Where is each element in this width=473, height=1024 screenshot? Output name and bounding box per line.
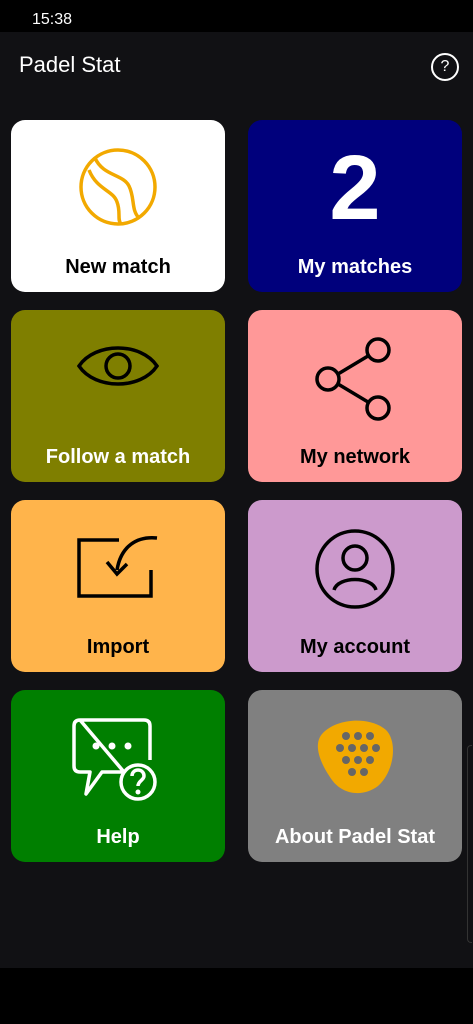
navigation-bar: [0, 968, 473, 1024]
import-tile[interactable]: Import: [11, 500, 225, 672]
tile-label: Follow a match: [45, 446, 191, 468]
account-icon: [248, 526, 462, 612]
tile-label: New match: [65, 256, 171, 278]
follow-match-tile[interactable]: Follow a match: [11, 310, 225, 482]
eye-icon: [11, 336, 225, 396]
match-count: 2: [329, 137, 381, 239]
my-account-tile[interactable]: My account: [248, 500, 462, 672]
tile-label: My network: [299, 446, 411, 468]
import-icon: [11, 526, 225, 602]
scroll-indicator: [467, 745, 472, 943]
tile-label: Help: [96, 826, 140, 848]
help-circle-icon[interactable]: ?: [431, 53, 459, 81]
tennis-ball-icon: [11, 146, 225, 228]
about-tile[interactable]: About Padel Stat: [248, 690, 462, 862]
tile-label: My matches: [297, 256, 413, 278]
app-bar: Padel Stat ?: [0, 32, 473, 100]
chat-help-icon: [11, 716, 225, 802]
share-icon: [248, 336, 462, 422]
tile-label: About Padel Stat: [274, 826, 435, 848]
my-network-tile[interactable]: My network: [248, 310, 462, 482]
tile-label: My account: [299, 636, 411, 658]
new-match-tile[interactable]: New match: [11, 120, 225, 292]
padel-racket-logo: [248, 716, 462, 796]
app-title: Padel Stat: [19, 52, 121, 77]
tile-label: Import: [86, 636, 150, 658]
my-matches-tile[interactable]: 2 My matches: [248, 120, 462, 292]
status-time: 15:38: [32, 11, 73, 28]
menu-grid: New match 2 My matches Follow a match My: [11, 120, 462, 862]
help-tile[interactable]: Help: [11, 690, 225, 862]
status-bar: 15:38: [0, 0, 473, 32]
